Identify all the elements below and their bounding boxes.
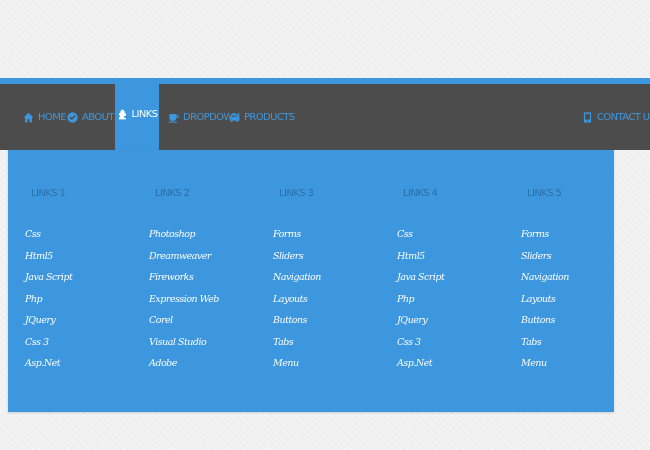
list-item[interactable]: Visual Studio [149,337,219,359]
nav-item-label: CONTACT US [597,111,650,123]
list-item[interactable]: Navigation [273,272,321,294]
phone-icon [583,111,592,123]
list-item[interactable]: JQuery [397,315,444,337]
list-item[interactable]: Sliders [273,251,321,273]
list-item[interactable]: Tabs [273,337,321,359]
navbar-bar: HOME ABOUT US LINKS DROPDOWN PRODUCTS CO… [0,78,650,150]
column-title: LINKS 1 [31,188,66,199]
list-item[interactable]: Css [25,229,72,251]
nav-item-label: HOME [38,111,67,123]
list-item[interactable]: Expression Web [149,294,219,316]
nav-item-links[interactable]: LINKS [115,78,159,150]
list-item[interactable]: Layouts [521,294,569,316]
mega-menu-panel: LINKS 1 Css Html5 Java Script Php JQuery… [8,150,614,412]
column-title: LINKS 2 [155,188,190,199]
nav-item-products[interactable]: PRODUCTS [229,84,295,150]
list-item[interactable]: Java Script [25,272,73,294]
list-item[interactable]: Html5 [25,251,72,273]
list-item[interactable]: Html5 [397,251,444,273]
list-item[interactable]: Java Script [397,272,445,294]
nav-item-label: PRODUCTS [244,111,295,123]
list-item[interactable]: Navigation [521,272,569,294]
coffee-cup-icon [168,113,179,123]
list-item[interactable]: Php [397,294,444,316]
list-item[interactable]: Buttons [521,315,569,337]
home-icon [23,112,34,122]
navbar: HOME ABOUT US LINKS DROPDOWN PRODUCTS CO… [0,78,650,150]
car-icon [229,113,240,122]
nav-item-label: LINKS [131,108,159,120]
list-item[interactable]: Corel [149,315,219,337]
list-item[interactable]: Css 3 [25,337,72,359]
column-title: LINKS 3 [279,188,314,199]
list-item[interactable]: Asp.Net [397,358,444,380]
list-item[interactable]: Css [397,229,444,251]
list-item[interactable]: Layouts [273,294,321,316]
check-circle-icon [67,111,78,123]
column-title: LINKS 4 [403,188,438,199]
list-item[interactable]: Photoshop [149,229,219,251]
nav-item-contact-us[interactable]: CONTACT US [582,84,650,150]
list-item[interactable]: Forms [273,229,321,251]
list-item[interactable]: Tabs [521,337,569,359]
nav-item-home[interactable]: HOME [23,84,67,150]
list-item[interactable]: Buttons [273,315,321,337]
list-item[interactable]: Adobe [149,358,219,380]
list-item[interactable]: Menu [273,358,321,380]
list-item[interactable]: Asp.Net [25,358,72,380]
list-item[interactable]: Php [25,294,72,316]
column-title: LINKS 5 [527,188,562,199]
list-item[interactable]: Forms [521,229,569,251]
list-item[interactable]: Fireworks [149,272,219,294]
list-item[interactable]: Menu [521,358,569,380]
puzzle-icon [118,109,126,119]
list-item[interactable]: JQuery [25,315,72,337]
list-item[interactable]: Dreamweaver [149,251,219,273]
list-item[interactable]: Sliders [521,251,569,273]
list-item[interactable]: Css 3 [397,337,444,359]
